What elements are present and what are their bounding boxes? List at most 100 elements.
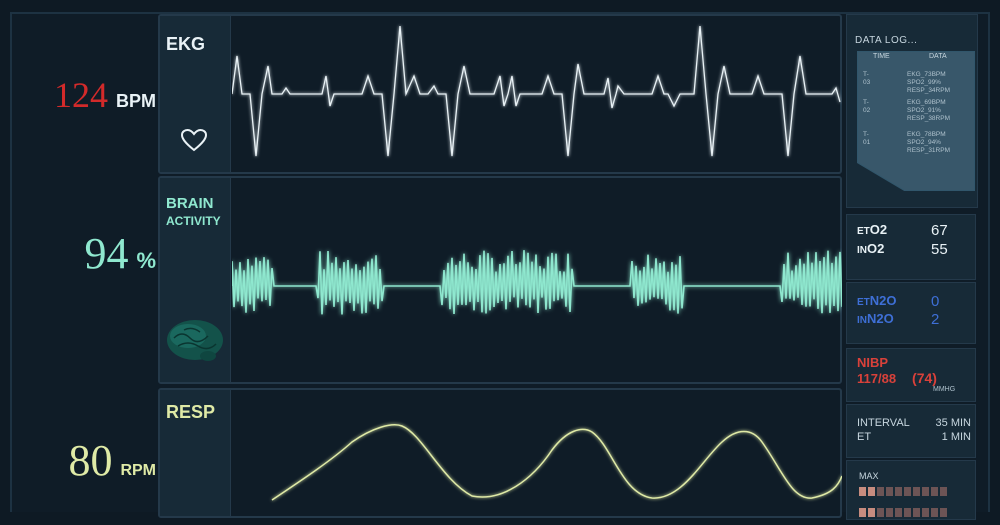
ekg-panel: EKG	[158, 14, 842, 174]
max-meter-segment	[895, 487, 902, 496]
et-label: ET	[857, 431, 872, 443]
max-meter-segment	[868, 487, 875, 496]
nibp-label: NIBP	[857, 355, 889, 370]
max-meter-segment	[895, 508, 902, 517]
max-meter-segment	[940, 508, 947, 517]
resp-readout: 80 RPM	[26, 435, 156, 486]
max-meter-segment	[868, 508, 875, 517]
et-n2o-value: 0	[931, 293, 940, 310]
data-log-line: RESP_31RPM	[907, 147, 950, 154]
brain-waveform	[232, 250, 842, 315]
brain-unit: %	[136, 248, 156, 273]
data-log-header: TIME DATA	[857, 51, 975, 63]
max-label: MAX	[859, 471, 879, 481]
et-n2o-row: ETN2O 0	[857, 293, 939, 310]
data-log-title: DATA LOG...	[855, 35, 918, 46]
interval-panel: INTERVAL 35 MIN ET 1 MIN	[846, 404, 976, 458]
heart-outline-icon	[180, 128, 208, 152]
resp-label-column: RESP	[160, 390, 231, 516]
max-meter-segment	[940, 487, 947, 496]
max-meter-segment	[877, 508, 884, 517]
data-log-panel: DATA LOG... TIME DATA T-03 EKG_73BPM SPO…	[846, 14, 978, 208]
resp-waveform	[271, 424, 842, 501]
data-log-line: SPO2_91%	[907, 107, 941, 114]
resp-unit: RPM	[120, 462, 156, 479]
ekg-waveform	[232, 25, 841, 157]
data-log-line: SPO2_94%	[907, 139, 941, 146]
ekg-label-column: EKG	[160, 16, 231, 172]
data-log-data: EKG_73BPM SPO2_99% RESP_34RPM	[907, 71, 977, 95]
max-meter-segment	[859, 487, 866, 496]
gas-prefix: ET	[857, 226, 870, 237]
data-log-line: EKG_69BPM	[907, 99, 946, 106]
et-row: ET 1 MIN	[857, 431, 973, 443]
max-meter-segment	[913, 487, 920, 496]
interval-value: 35 MIN	[935, 417, 971, 429]
max-meter-segment	[904, 508, 911, 517]
in-o2-row: INO2 55	[857, 241, 948, 258]
resp-value: 80	[68, 436, 113, 485]
heart-rate-readout: 124 BPM	[26, 74, 156, 116]
et-value: 1 MIN	[941, 431, 971, 443]
gas-name: O2	[867, 241, 885, 256]
resp-panel: RESP	[158, 388, 842, 518]
brain-panel: BRAIN ACTIVITY	[158, 176, 842, 384]
max-meter-segment	[922, 487, 929, 496]
max-meter-segment	[922, 508, 929, 517]
nibp-value: 117/88	[857, 371, 897, 386]
resp-label: RESP	[166, 402, 216, 422]
max-meter-segment	[931, 487, 938, 496]
max-meter-segment	[886, 487, 893, 496]
max-meter-panel: MAX	[846, 460, 976, 520]
gas-prefix: IN	[857, 315, 867, 326]
max-meter-segment	[913, 508, 920, 517]
max-meter-segment	[877, 487, 884, 496]
in-n2o-value: 2	[931, 311, 940, 328]
max-meter-segment	[859, 508, 866, 517]
brain-label-line1: BRAIN	[166, 195, 214, 212]
gas-name: N2O	[869, 293, 897, 308]
brain-3d-icon	[167, 320, 223, 361]
data-log-data-header: DATA	[929, 53, 947, 60]
gas-name: N2O	[867, 311, 894, 326]
interval-label: INTERVAL	[857, 417, 910, 429]
ekg-label: EKG	[166, 34, 206, 54]
data-log-line: RESP_38RPM	[907, 115, 950, 122]
brain-readout: 94%	[26, 228, 156, 279]
max-meter-bars	[859, 483, 949, 525]
data-log-data: EKG_78BPM SPO2_94% RESP_31RPM	[907, 131, 977, 155]
data-log-data: EKG_69BPM SPO2_91% RESP_38RPM	[907, 99, 977, 123]
gas-prefix: ET	[857, 297, 870, 308]
max-meter-segment	[931, 508, 938, 517]
oxygen-gas-panel: ETO2 67 INO2 55	[846, 214, 976, 280]
in-n2o-row: INN2O 2	[857, 311, 939, 328]
nibp-mean: (74)	[912, 370, 937, 386]
nibp-values: 117/88 (74)	[857, 370, 937, 386]
data-log-line: EKG_78BPM	[907, 131, 946, 138]
et-o2-value: 67	[931, 222, 948, 239]
gas-name: O2	[869, 222, 888, 237]
gas-prefix: IN	[857, 245, 867, 256]
in-o2-value: 55	[931, 241, 948, 258]
nibp-unit: MMHG	[933, 386, 956, 393]
nitrous-gas-panel: ETN2O 0 INN2O 2	[846, 282, 976, 344]
data-log-line: SPO2_99%	[907, 79, 941, 86]
data-log-time: T-02	[863, 99, 871, 114]
heart-rate-value: 124	[54, 75, 108, 115]
brain-value: 94	[84, 229, 129, 278]
nibp-panel: NIBP 117/88 (74) MMHG	[846, 348, 976, 402]
et-o2-row: ETO2 67	[857, 222, 948, 239]
data-log-time-header: TIME	[873, 53, 890, 60]
brain-label-column: BRAIN ACTIVITY	[160, 178, 231, 382]
data-log-line: RESP_34RPM	[907, 87, 950, 94]
max-meter-segment	[904, 487, 911, 496]
brain-label-line2: ACTIVITY	[166, 214, 221, 228]
brain-label: BRAIN ACTIVITY	[166, 196, 221, 229]
interval-row: INTERVAL 35 MIN	[857, 417, 973, 429]
right-sidebar: DATA LOG... TIME DATA T-03 EKG_73BPM SPO…	[846, 14, 978, 520]
heart-rate-unit: BPM	[116, 91, 156, 111]
data-log-line: EKG_73BPM	[907, 71, 946, 78]
data-log-time: T-01	[863, 131, 871, 146]
max-meter-segment	[886, 508, 893, 517]
data-log-time: T-03	[863, 71, 871, 86]
